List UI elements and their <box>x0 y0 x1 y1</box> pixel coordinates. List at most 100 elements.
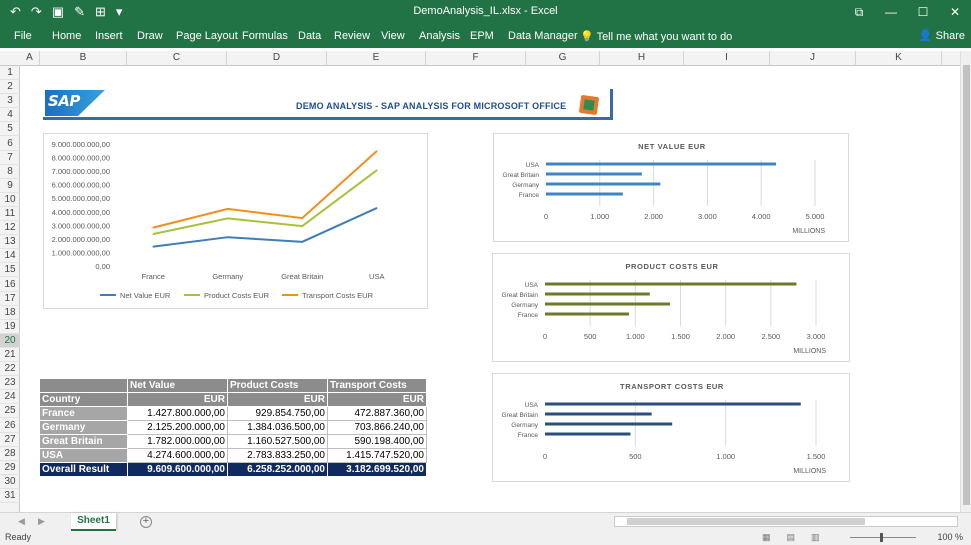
page-break-view-icon[interactable]: ▥ <box>811 532 820 543</box>
tab-data[interactable]: Data <box>298 30 321 42</box>
table-header-cell[interactable]: Net Value <box>127 378 228 393</box>
table-header-cell[interactable]: Country <box>39 392 128 407</box>
tab-view[interactable]: View <box>381 30 405 42</box>
table-header-cell[interactable]: Product Costs <box>227 378 328 393</box>
table-cell[interactable]: 472.887.360,00 <box>327 406 427 421</box>
table-cell[interactable]: Great Britain <box>39 434 128 449</box>
scrollbar-thumb[interactable] <box>627 518 865 525</box>
tab-home[interactable]: Home <box>52 30 81 42</box>
minimize-button[interactable]: — <box>875 0 907 24</box>
add-sheet-icon[interactable]: + <box>140 516 152 528</box>
row-header[interactable]: 22 <box>0 362 20 377</box>
column-header[interactable]: D <box>227 51 327 66</box>
table-header-cell[interactable] <box>39 378 128 393</box>
table-cell[interactable]: Germany <box>39 420 128 435</box>
tab-review[interactable]: Review <box>334 30 370 42</box>
table-header-cell[interactable]: EUR <box>227 392 328 407</box>
row-header[interactable]: 4 <box>0 108 20 123</box>
row-header[interactable]: 29 <box>0 461 20 475</box>
table-header-cell[interactable]: EUR <box>327 392 427 407</box>
tell-me-box[interactable]: 💡 Tell me what you want to do <box>580 30 732 43</box>
tab-formulas[interactable]: Formulas <box>242 30 288 42</box>
column-header[interactable]: I <box>684 51 770 66</box>
row-header[interactable]: 17 <box>0 292 20 306</box>
row-header[interactable]: 5 <box>0 122 20 137</box>
row-header[interactable]: 26 <box>0 419 20 433</box>
row-header[interactable]: 3 <box>0 94 20 109</box>
table-cell[interactable]: France <box>39 406 128 421</box>
table-cell[interactable]: 1.415.747.520,00 <box>327 448 427 463</box>
table-cell[interactable]: 6.258.252.000,00 <box>227 462 328 477</box>
tab-insert[interactable]: Insert <box>95 30 123 42</box>
row-header[interactable]: 6 <box>0 137 20 151</box>
table-cell[interactable]: 4.274.600.000,00 <box>127 448 228 463</box>
table-cell[interactable]: 703.866.240,00 <box>327 420 427 435</box>
column-header[interactable]: F <box>426 51 526 66</box>
table-cell[interactable]: Overall Result <box>39 462 128 477</box>
table-header-cell[interactable]: Transport Costs <box>327 378 427 393</box>
table-cell[interactable]: 590.198.400,00 <box>327 434 427 449</box>
sheet-tab[interactable]: Sheet1 <box>71 513 116 531</box>
tab-file[interactable]: File <box>14 30 32 42</box>
column-header[interactable]: H <box>600 51 684 66</box>
transport-costs-chart[interactable]: TRANSPORT COSTS EUR 0 500 1.000 1.500 USA Grea… <box>492 373 850 482</box>
table-header-cell[interactable]: EUR <box>127 392 228 407</box>
row-header[interactable]: 28 <box>0 447 20 461</box>
ribbon-display-icon[interactable]: ⧉ <box>843 0 875 24</box>
close-button[interactable]: ✕ <box>939 0 971 24</box>
table-cell[interactable]: USA <box>39 448 128 463</box>
table-cell[interactable]: 2.783.833.250,00 <box>227 448 328 463</box>
table-cell[interactable]: 1.782.000.000,00 <box>127 434 228 449</box>
normal-view-icon[interactable]: ▦ <box>762 532 771 543</box>
row-header[interactable]: 15 <box>0 263 20 278</box>
column-header[interactable]: C <box>127 51 227 66</box>
product-costs-chart[interactable]: PRODUCT COSTS EUR 0 500 1.000 1.500 2.000 2.50… <box>492 253 850 362</box>
row-header[interactable]: 30 <box>0 475 20 489</box>
tab-page-layout[interactable]: Page Layout <box>176 30 238 42</box>
column-header[interactable]: J <box>770 51 856 66</box>
horizontal-scrollbar[interactable] <box>614 516 958 527</box>
tab-draw[interactable]: Draw <box>137 30 163 42</box>
maximize-button[interactable]: ☐ <box>907 0 939 24</box>
column-header[interactable]: G <box>526 51 600 66</box>
row-header[interactable]: 27 <box>0 433 20 447</box>
table-cell[interactable]: 1.384.036.500,00 <box>227 420 328 435</box>
zoom-level[interactable]: 100 % <box>937 532 963 542</box>
zoom-slider[interactable] <box>850 533 916 542</box>
tab-epm[interactable]: EPM <box>470 30 494 42</box>
row-header[interactable]: 18 <box>0 306 20 320</box>
line-chart[interactable]: 0,00 1.000.000.000,00 2.000.000.000,00 3.00… <box>43 133 428 309</box>
row-header[interactable]: 10 <box>0 193 20 207</box>
table-cell[interactable]: 929.854.750,00 <box>227 406 328 421</box>
table-cell[interactable]: 3.182.699.520,00 <box>327 462 427 477</box>
row-header[interactable]: 7 <box>0 151 20 165</box>
share-button[interactable]: 👤 Share <box>919 29 965 42</box>
row-header[interactable]: 12 <box>0 221 20 236</box>
tab-data-manager[interactable]: Data Manager <box>508 30 578 42</box>
row-header[interactable]: 21 <box>0 348 20 362</box>
row-header[interactable]: 24 <box>0 390 20 405</box>
row-header[interactable]: 23 <box>0 376 20 391</box>
row-header[interactable]: 16 <box>0 278 20 292</box>
row-header[interactable]: 20 <box>0 333 20 348</box>
row-header[interactable]: 25 <box>0 404 20 419</box>
row-header[interactable]: 19 <box>0 320 20 334</box>
column-header[interactable]: E <box>327 51 426 66</box>
table-cell[interactable]: 9.609.600.000,00 <box>127 462 228 477</box>
sheet-prev-icon[interactable]: ◀ <box>18 516 25 527</box>
table-cell[interactable]: 1.160.527.500,00 <box>227 434 328 449</box>
tab-analysis[interactable]: Analysis <box>419 30 460 42</box>
row-header[interactable]: 11 <box>0 207 20 221</box>
row-header[interactable]: 2 <box>0 80 20 95</box>
row-header[interactable]: 9 <box>0 179 20 193</box>
column-header[interactable]: A <box>20 51 40 66</box>
row-header[interactable]: 31 <box>0 489 20 503</box>
scrollbar-thumb[interactable] <box>963 65 970 505</box>
table-cell[interactable]: 2.125.200.000,00 <box>127 420 228 435</box>
column-header[interactable]: K <box>856 51 942 66</box>
sheet-next-icon[interactable]: ▶ <box>38 516 45 527</box>
column-header[interactable]: B <box>40 51 127 66</box>
vertical-scrollbar[interactable] <box>960 51 971 512</box>
row-header[interactable]: 1 <box>0 66 20 80</box>
page-layout-view-icon[interactable]: ▤ <box>787 532 796 543</box>
